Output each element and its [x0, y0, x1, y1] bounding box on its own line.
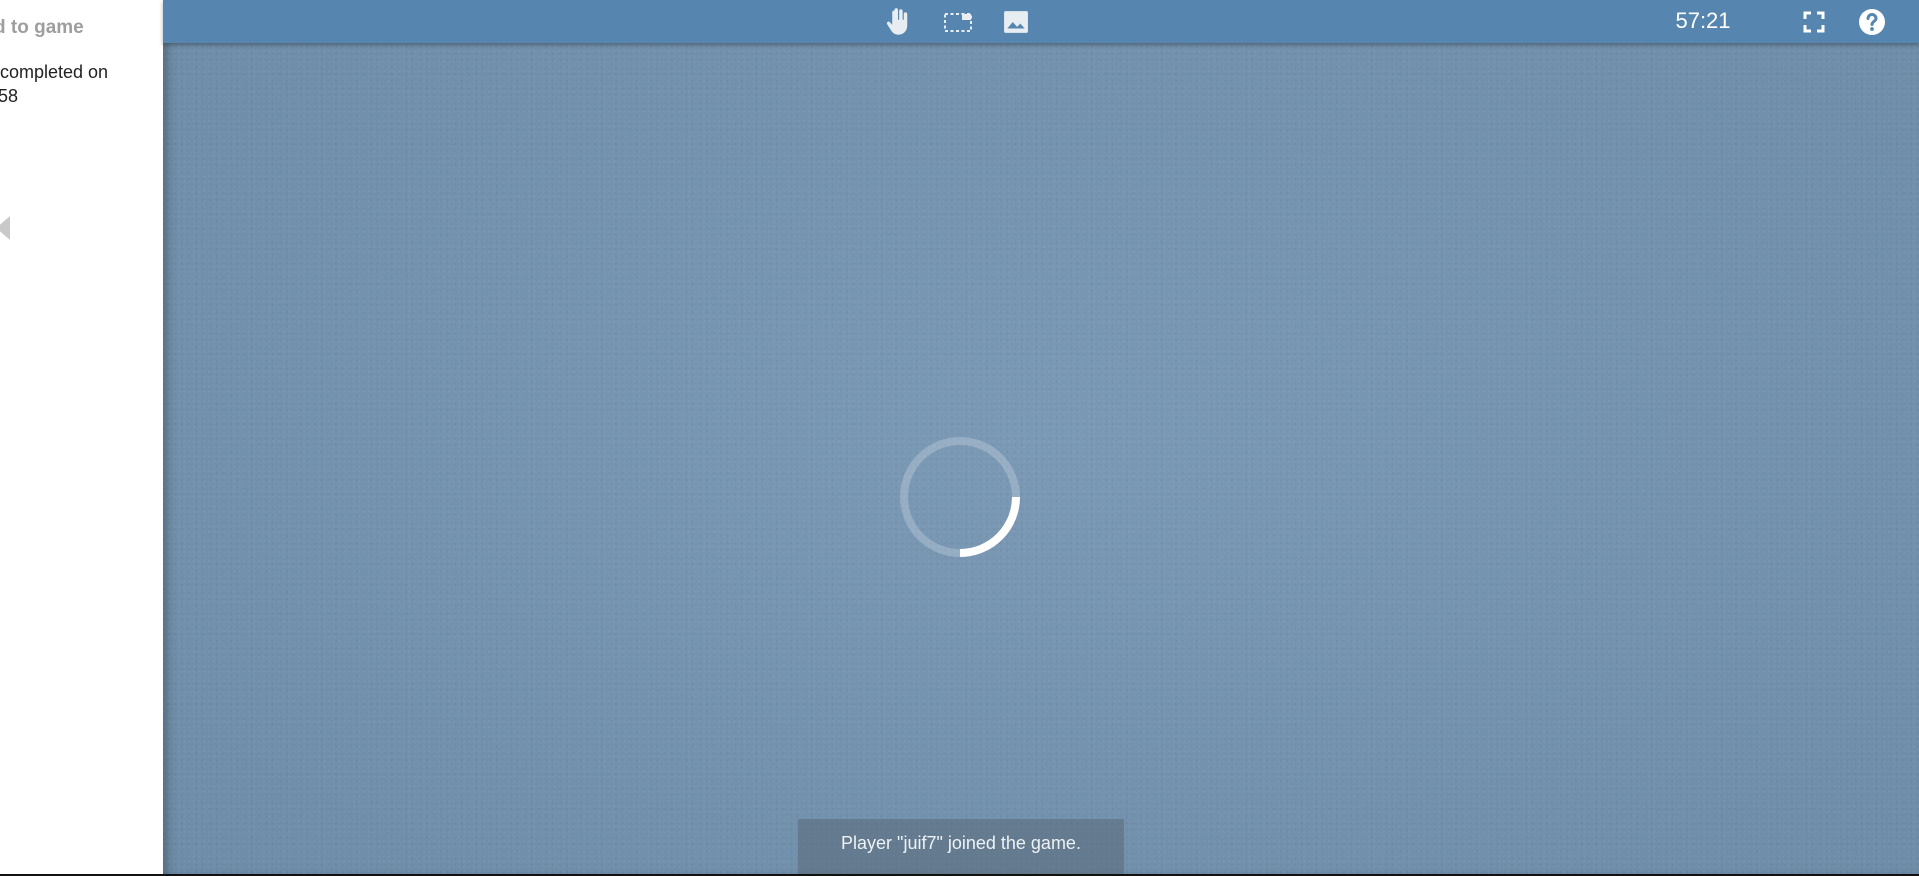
hand-icon — [886, 8, 908, 35]
select-tool-button[interactable] — [941, 5, 975, 39]
image-tool-button[interactable] — [999, 5, 1033, 39]
sidebar-completed-value: 58 — [0, 86, 19, 106]
help-button[interactable] — [1855, 5, 1889, 39]
loading-spinner-icon — [900, 437, 1020, 557]
fullscreen-icon — [1803, 11, 1825, 33]
toast-notification: Player "juif7" joined the game. — [798, 819, 1124, 874]
game-timer: 57:21 — [1675, 8, 1731, 33]
image-icon — [1004, 11, 1028, 33]
sidebar-panel: d to game completed on 58 — [0, 0, 163, 874]
collapse-sidebar-arrow-icon[interactable] — [0, 216, 10, 240]
sidebar-title: d to game — [0, 17, 84, 38]
hand-tool-button[interactable] — [881, 5, 915, 39]
top-toolbar: 57:21 — [163, 0, 1919, 43]
game-board[interactable] — [163, 0, 1919, 874]
help-icon — [1859, 9, 1885, 35]
fullscreen-button[interactable] — [1797, 5, 1831, 39]
select-rectangle-icon — [944, 13, 972, 32]
sidebar-completed-text: completed on — [0, 62, 109, 82]
